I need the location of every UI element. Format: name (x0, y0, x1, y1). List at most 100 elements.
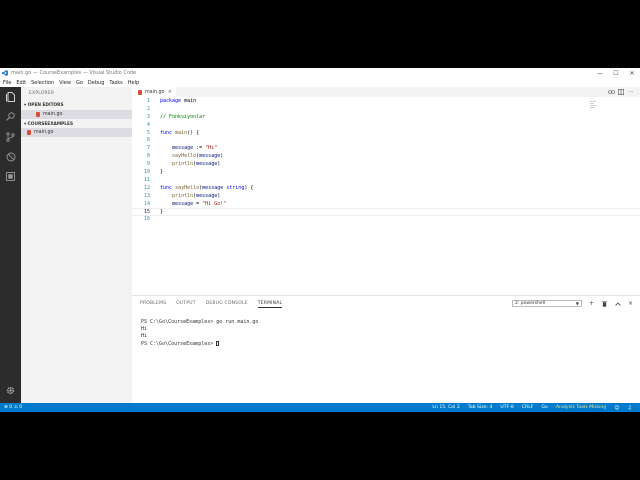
code-text: message := "Hi" (172, 145, 218, 152)
tab-debug-console[interactable]: DEBUG CONSOLE (206, 301, 248, 308)
explorer-icon[interactable] (5, 91, 16, 102)
code-line[interactable]: 5 func main() { (132, 130, 640, 138)
terminal-line: Hi (141, 333, 148, 340)
code-editor[interactable]: 1 package main 2 3 // Fonksiyonlar 4 5 func mai… (132, 98, 640, 224)
line-number: 5 (146, 129, 150, 136)
line-number: 14 (143, 200, 150, 207)
menu-bar: File Edit Selection View Go Debug Tasks … (0, 78, 640, 87)
notification-bell-icon[interactable]: ♫ (628, 405, 632, 411)
courseexamples-folder[interactable]: ▾ COURSEEXAMPLES (21, 120, 132, 128)
panel-actions: + × (585, 299, 637, 308)
cursor-position[interactable]: Ln 15, Col 2 (432, 405, 459, 410)
line-number: 12 (143, 184, 150, 191)
code-line[interactable]: 6 (132, 137, 640, 145)
minimize-button[interactable]: — (592, 68, 608, 78)
split-editor-icon[interactable] (616, 88, 626, 96)
problems-count[interactable]: ⊗ 0 ⚠ 0 (4, 405, 22, 410)
code-line[interactable]: 3 // Fonksiyonlar (132, 114, 640, 122)
chevron-down-icon: ▼ (575, 301, 579, 306)
code-line[interactable]: 14 message = "Hi Go!" (132, 201, 640, 209)
line-number: 3 (146, 113, 150, 120)
code-line[interactable]: 16 (132, 216, 640, 224)
terminal-select[interactable]: 2: powershell ▼ (512, 300, 582, 307)
kill-terminal-icon[interactable] (598, 299, 611, 308)
terminal-output[interactable]: PS C:\Go\CourseExamples> go run main.go … (141, 319, 258, 348)
encoding[interactable]: UTF-8 (500, 405, 513, 410)
extensions-icon[interactable] (5, 171, 16, 182)
menu-go[interactable]: Go (76, 80, 83, 86)
source-control-icon[interactable] (5, 131, 16, 142)
tab-close-icon[interactable]: × (168, 89, 172, 95)
new-terminal-icon[interactable]: + (585, 299, 598, 308)
folder-file-main-go[interactable]: main.go (21, 128, 132, 137)
open-editors-section[interactable]: ▾ OPEN EDITORS (21, 101, 132, 109)
bottom-panel: PROBLEMS OUTPUT DEBUG CONSOLE TERMINAL 2… (132, 295, 640, 403)
menu-edit[interactable]: Edit (16, 80, 26, 86)
line-ending[interactable]: CRLF (522, 405, 534, 410)
tab-terminal[interactable]: TERMINAL (257, 301, 283, 308)
debug-icon[interactable] (5, 151, 16, 162)
line-number: 2 (146, 105, 150, 112)
menu-debug[interactable]: Debug (88, 80, 104, 86)
analysis-tools-warning[interactable]: Analysis Tools Missing (556, 405, 607, 410)
code-line[interactable]: 8 sayHello(message) (132, 153, 640, 161)
open-editor-file-label: main.go (43, 112, 63, 117)
settings-gear-icon[interactable] (5, 385, 16, 396)
code-text: package main (160, 98, 197, 104)
line-number: 13 (143, 192, 150, 199)
maximize-panel-icon[interactable] (611, 299, 624, 308)
open-changes-icon[interactable] (606, 88, 616, 96)
terminal-line: Hi (141, 326, 148, 333)
editor-actions: ··· (606, 88, 636, 96)
code-line[interactable]: 9 println(message) (132, 161, 640, 169)
menu-tasks[interactable]: Tasks (109, 80, 122, 86)
maximize-button[interactable]: ☐ (608, 68, 624, 78)
tab-main-go[interactable]: main.go × (132, 87, 176, 97)
folder-file-label: main.go (34, 130, 54, 135)
line-number: 4 (146, 121, 150, 128)
menu-help[interactable]: Help (128, 80, 139, 86)
video-letterbox-top (0, 0, 640, 68)
open-editor-main-go[interactable]: main.go (21, 110, 132, 119)
editor-tabs: main.go × ··· (132, 87, 640, 97)
line-number: 6 (146, 137, 150, 144)
terminal-prompt-line: PS C:\Go\CourseExamples> (141, 340, 258, 348)
line-number: 8 (146, 153, 150, 160)
tab-size[interactable]: Tab Size: 4 (468, 405, 493, 410)
code-line[interactable]: 4 (132, 122, 640, 130)
code-line[interactable]: 13 println(message) (132, 193, 640, 201)
window-controls: — ☐ ✕ (592, 68, 640, 78)
code-text: // Fonksiyonlar (160, 113, 206, 120)
terminal-prompt: PS C:\Go\CourseExamples> (141, 340, 217, 347)
close-button[interactable]: ✕ (624, 68, 640, 78)
code-line[interactable]: 15} (132, 208, 640, 217)
more-actions-icon[interactable]: ··· (626, 88, 636, 96)
code-text: message = "Hi Go!" (172, 200, 227, 207)
go-file-icon (138, 89, 142, 95)
search-icon[interactable] (5, 111, 16, 122)
code-line[interactable]: 12 func sayHello(message string) { (132, 185, 640, 193)
close-panel-icon[interactable]: × (624, 299, 637, 308)
code-line[interactable]: 1 package main (132, 98, 640, 106)
language-mode[interactable]: Go (541, 405, 547, 410)
code-text: println(message) (172, 161, 221, 168)
code-line[interactable]: 11 (132, 177, 640, 185)
editor-area: main.go × ··· 1 package main 2 3 // Fonksiyo… (132, 87, 640, 295)
line-number: 16 (143, 216, 150, 223)
vscode-window: main.go — CourseExamples — Visual Studio… (0, 68, 640, 412)
tab-output[interactable]: OUTPUT (176, 301, 196, 308)
tab-problems[interactable]: PROBLEMS (140, 301, 166, 308)
menu-file[interactable]: File (3, 80, 11, 86)
go-file-icon (27, 130, 31, 135)
activity-bar (0, 87, 21, 403)
code-line[interactable]: 7 message := "Hi" (132, 145, 640, 153)
vscode-logo-icon (2, 70, 8, 76)
code-text: func sayHello(message string) { (160, 184, 254, 191)
menu-selection[interactable]: Selection (31, 80, 54, 86)
menu-view[interactable]: View (59, 80, 71, 86)
code-line[interactable]: 2 (132, 106, 640, 114)
code-line[interactable]: 10} (132, 169, 640, 177)
panel-tabs: PROBLEMS OUTPUT DEBUG CONSOLE TERMINAL (140, 301, 292, 308)
line-number: 10 (143, 169, 150, 176)
feedback-smiley-icon[interactable]: ☺ (614, 405, 619, 411)
